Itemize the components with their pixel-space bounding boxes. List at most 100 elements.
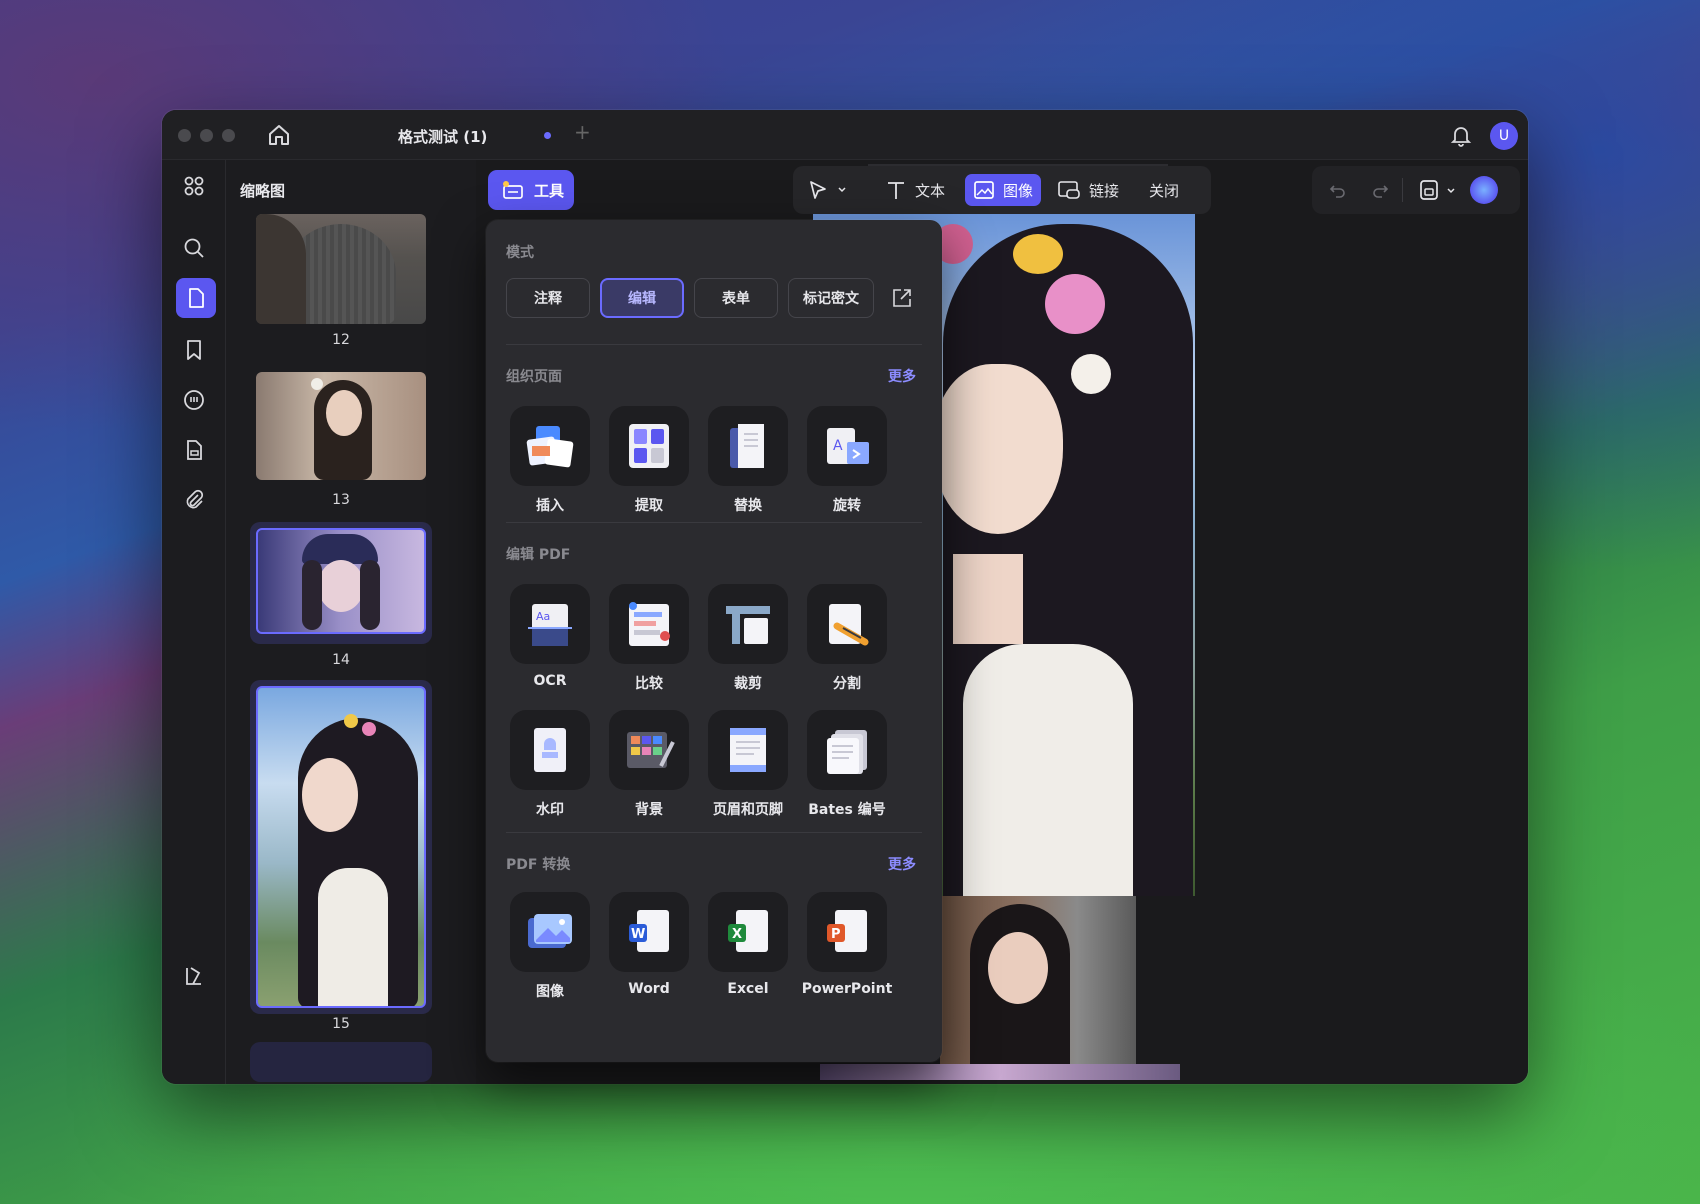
organize-section-title: 组织页面 [506,369,562,385]
image-tool-button[interactable]: 图像 [965,174,1042,206]
mode-annotate-button[interactable]: 注释 [506,278,590,318]
split-label: 分割 [833,676,861,692]
compare-icon [629,602,670,646]
grid-icon[interactable] [178,170,210,202]
link-icon [1058,181,1080,199]
select-tool-button[interactable] [799,174,855,206]
text-tool-button[interactable]: 文本 [877,174,953,206]
convert-excel-label: Excel [727,981,769,997]
mode-edit-button[interactable]: 编辑 [600,278,684,318]
watermark-tool[interactable]: 水印 [500,710,600,819]
rotate-icon: A [827,428,869,464]
page-number: 15 [332,1016,350,1032]
close-edit-button[interactable]: 关闭 [1141,174,1187,206]
image-icon [974,181,994,199]
document-image-second[interactable] [940,896,1136,1064]
background-label: 背景 [635,802,663,818]
title-bar: 格式测试 (1) + U [162,110,1528,160]
organize-more-link[interactable]: 更多 [888,366,916,386]
home-icon[interactable] [266,122,292,148]
minimize-window-button[interactable] [200,129,213,142]
thumbnail-frame [250,1042,432,1082]
extract-tool[interactable]: 提取 [599,406,699,515]
divider [506,832,922,833]
redo-icon[interactable] [1370,180,1390,200]
divider [1402,178,1403,202]
thumbnail-page-12[interactable] [256,214,426,324]
page-number: 12 [332,332,350,348]
ai-assistant-icon[interactable] [1470,176,1498,204]
bates-number-icon [827,730,867,774]
convert-excel-tool[interactable]: X Excel [698,892,798,997]
external-link-icon[interactable] [891,287,913,309]
convert-image-tool[interactable]: 图像 [500,892,600,1001]
chevron-down-icon[interactable] [1446,186,1456,196]
convert-section-title: PDF 转换 [506,857,571,873]
sidebar-toggle-icon[interactable] [178,960,210,992]
avatar[interactable]: U [1490,122,1518,150]
close-label: 关闭 [1149,181,1180,200]
powerpoint-icon: P [827,910,867,952]
compare-label: 比较 [635,676,663,692]
divider [506,344,922,345]
close-window-button[interactable] [178,129,191,142]
background-icon [627,732,675,768]
mode-form-button[interactable]: 表单 [694,278,778,318]
thumbnail-page-15[interactable] [256,686,426,1008]
convert-more-link[interactable]: 更多 [888,854,916,874]
left-rail [162,160,226,1084]
replace-label: 替换 [734,498,762,514]
thumbnail-page-13[interactable] [256,372,426,480]
mode-redact-button[interactable]: 标记密文 [788,278,874,318]
link-tool-button[interactable]: 链接 [1049,174,1127,206]
compare-tool[interactable]: 比较 [599,584,699,693]
split-tool[interactable]: 分割 [797,584,897,693]
ocr-tool[interactable]: Aa OCR [500,584,600,689]
convert-image-label: 图像 [536,984,564,1000]
background-tool[interactable]: 背景 [599,710,699,819]
panel-title: 缩略图 [240,182,286,200]
divider [506,522,922,523]
thumbnail-page-14[interactable] [256,528,426,634]
tools-button[interactable]: 工具 [488,170,574,210]
word-icon: W [629,910,669,952]
extract-icon [629,424,669,468]
convert-word-tool[interactable]: W Word [599,892,699,997]
header-footer-label: 页眉和页脚 [713,802,783,818]
page-number: 14 [332,652,350,668]
insert-tool[interactable]: 插入 [500,406,600,515]
comment-icon[interactable] [178,384,210,416]
crop-tool[interactable]: 裁剪 [698,584,798,693]
extract-label: 提取 [635,498,663,514]
bookmark-icon[interactable] [178,334,210,366]
new-tab-button[interactable]: + [574,120,591,144]
tools-label: 工具 [534,181,565,200]
save-icon[interactable] [1418,179,1440,201]
insert-label: 插入 [536,498,564,514]
split-icon [829,604,869,646]
watermark-icon [534,728,566,772]
search-icon[interactable] [178,232,210,264]
image-tool-label: 图像 [1003,181,1034,200]
undo-icon[interactable] [1328,180,1348,200]
image-file-icon [528,914,572,948]
page-icon[interactable] [176,278,216,318]
chevron-down-icon [838,187,846,193]
attachment-icon[interactable] [178,484,210,516]
toolbox-icon [503,181,523,199]
bell-icon[interactable] [1448,122,1474,148]
watermark-label: 水印 [536,802,564,818]
document-tab-title[interactable]: 格式测试 (1) [398,126,487,147]
form-icon[interactable] [178,434,210,466]
rotate-tool[interactable]: A 旋转 [797,406,897,515]
document-image-third [820,1064,1180,1080]
edit-toolbar: 文本 图像 链接 关闭 [793,166,1211,214]
replace-tool[interactable]: 替换 [698,406,798,515]
bates-number-tool[interactable]: Bates 编号 [797,710,897,819]
svg-text:Aa: Aa [536,610,550,623]
ocr-icon: Aa [528,604,572,646]
convert-powerpoint-tool[interactable]: P PowerPoint [797,892,897,997]
svg-text:A: A [833,438,843,454]
zoom-window-button[interactable] [222,129,235,142]
header-footer-tool[interactable]: 页眉和页脚 [698,710,798,819]
